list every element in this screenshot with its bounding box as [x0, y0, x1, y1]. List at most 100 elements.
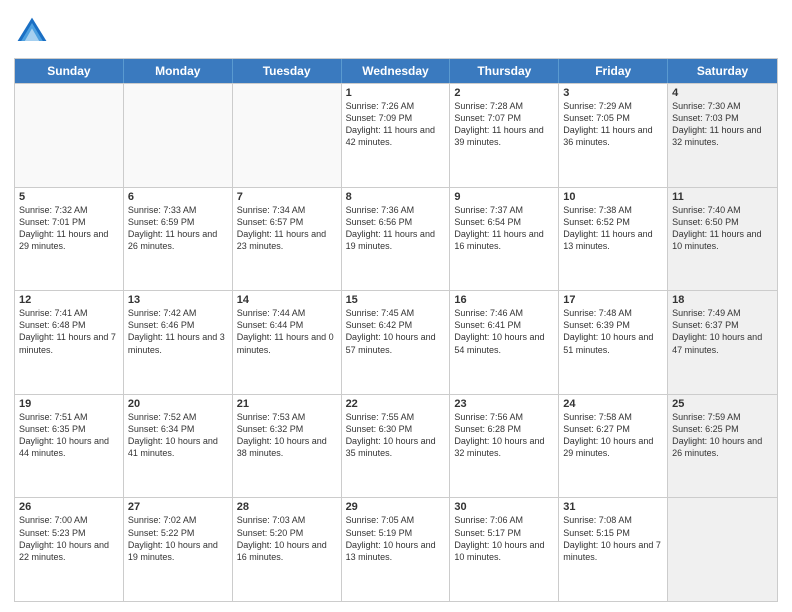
day-number: 20 — [128, 398, 228, 410]
calendar-cell-2-0: 12Sunrise: 7:41 AM Sunset: 6:48 PM Dayli… — [15, 291, 124, 394]
calendar-cell-2-4: 16Sunrise: 7:46 AM Sunset: 6:41 PM Dayli… — [450, 291, 559, 394]
day-number: 30 — [454, 501, 554, 513]
calendar-cell-0-6: 4Sunrise: 7:30 AM Sunset: 7:03 PM Daylig… — [668, 84, 777, 187]
day-number: 29 — [346, 501, 446, 513]
day-info: Sunrise: 7:56 AM Sunset: 6:28 PM Dayligh… — [454, 411, 554, 460]
day-number: 17 — [563, 294, 663, 306]
day-info: Sunrise: 7:55 AM Sunset: 6:30 PM Dayligh… — [346, 411, 446, 460]
calendar-cell-2-6: 18Sunrise: 7:49 AM Sunset: 6:37 PM Dayli… — [668, 291, 777, 394]
weekday-header-tuesday: Tuesday — [233, 59, 342, 83]
calendar-header: SundayMondayTuesdayWednesdayThursdayFrid… — [15, 59, 777, 83]
day-info: Sunrise: 7:05 AM Sunset: 5:19 PM Dayligh… — [346, 514, 446, 563]
weekday-header-monday: Monday — [124, 59, 233, 83]
day-info: Sunrise: 7:03 AM Sunset: 5:20 PM Dayligh… — [237, 514, 337, 563]
day-number: 31 — [563, 501, 663, 513]
day-info: Sunrise: 7:59 AM Sunset: 6:25 PM Dayligh… — [672, 411, 773, 460]
calendar-row-4: 26Sunrise: 7:00 AM Sunset: 5:23 PM Dayli… — [15, 497, 777, 601]
calendar-cell-0-5: 3Sunrise: 7:29 AM Sunset: 7:05 PM Daylig… — [559, 84, 668, 187]
calendar-cell-1-5: 10Sunrise: 7:38 AM Sunset: 6:52 PM Dayli… — [559, 188, 668, 291]
calendar-cell-1-1: 6Sunrise: 7:33 AM Sunset: 6:59 PM Daylig… — [124, 188, 233, 291]
day-info: Sunrise: 7:37 AM Sunset: 6:54 PM Dayligh… — [454, 204, 554, 253]
day-info: Sunrise: 7:33 AM Sunset: 6:59 PM Dayligh… — [128, 204, 228, 253]
calendar-cell-0-1 — [124, 84, 233, 187]
calendar: SundayMondayTuesdayWednesdayThursdayFrid… — [14, 58, 778, 602]
day-number: 3 — [563, 87, 663, 99]
calendar-cell-1-6: 11Sunrise: 7:40 AM Sunset: 6:50 PM Dayli… — [668, 188, 777, 291]
calendar-cell-3-0: 19Sunrise: 7:51 AM Sunset: 6:35 PM Dayli… — [15, 395, 124, 498]
day-number: 16 — [454, 294, 554, 306]
day-number: 18 — [672, 294, 773, 306]
calendar-cell-3-5: 24Sunrise: 7:58 AM Sunset: 6:27 PM Dayli… — [559, 395, 668, 498]
day-number: 5 — [19, 191, 119, 203]
day-info: Sunrise: 7:29 AM Sunset: 7:05 PM Dayligh… — [563, 100, 663, 149]
weekday-header-friday: Friday — [559, 59, 668, 83]
calendar-body: 1Sunrise: 7:26 AM Sunset: 7:09 PM Daylig… — [15, 83, 777, 601]
day-info: Sunrise: 7:45 AM Sunset: 6:42 PM Dayligh… — [346, 307, 446, 356]
day-number: 28 — [237, 501, 337, 513]
calendar-cell-1-3: 8Sunrise: 7:36 AM Sunset: 6:56 PM Daylig… — [342, 188, 451, 291]
calendar-cell-4-1: 27Sunrise: 7:02 AM Sunset: 5:22 PM Dayli… — [124, 498, 233, 601]
logo — [14, 14, 52, 50]
day-info: Sunrise: 7:34 AM Sunset: 6:57 PM Dayligh… — [237, 204, 337, 253]
weekday-header-wednesday: Wednesday — [342, 59, 451, 83]
day-number: 2 — [454, 87, 554, 99]
day-number: 14 — [237, 294, 337, 306]
day-info: Sunrise: 7:44 AM Sunset: 6:44 PM Dayligh… — [237, 307, 337, 356]
day-info: Sunrise: 7:28 AM Sunset: 7:07 PM Dayligh… — [454, 100, 554, 149]
calendar-cell-2-1: 13Sunrise: 7:42 AM Sunset: 6:46 PM Dayli… — [124, 291, 233, 394]
day-number: 22 — [346, 398, 446, 410]
calendar-cell-4-2: 28Sunrise: 7:03 AM Sunset: 5:20 PM Dayli… — [233, 498, 342, 601]
day-number: 25 — [672, 398, 773, 410]
calendar-cell-2-5: 17Sunrise: 7:48 AM Sunset: 6:39 PM Dayli… — [559, 291, 668, 394]
day-info: Sunrise: 7:38 AM Sunset: 6:52 PM Dayligh… — [563, 204, 663, 253]
day-number: 13 — [128, 294, 228, 306]
day-number: 21 — [237, 398, 337, 410]
calendar-cell-2-2: 14Sunrise: 7:44 AM Sunset: 6:44 PM Dayli… — [233, 291, 342, 394]
day-info: Sunrise: 7:58 AM Sunset: 6:27 PM Dayligh… — [563, 411, 663, 460]
day-number: 11 — [672, 191, 773, 203]
calendar-cell-4-5: 31Sunrise: 7:08 AM Sunset: 5:15 PM Dayli… — [559, 498, 668, 601]
calendar-row-1: 5Sunrise: 7:32 AM Sunset: 7:01 PM Daylig… — [15, 187, 777, 291]
day-number: 12 — [19, 294, 119, 306]
calendar-cell-3-3: 22Sunrise: 7:55 AM Sunset: 6:30 PM Dayli… — [342, 395, 451, 498]
day-number: 8 — [346, 191, 446, 203]
calendar-row-0: 1Sunrise: 7:26 AM Sunset: 7:09 PM Daylig… — [15, 83, 777, 187]
calendar-cell-3-2: 21Sunrise: 7:53 AM Sunset: 6:32 PM Dayli… — [233, 395, 342, 498]
day-info: Sunrise: 7:52 AM Sunset: 6:34 PM Dayligh… — [128, 411, 228, 460]
calendar-cell-1-2: 7Sunrise: 7:34 AM Sunset: 6:57 PM Daylig… — [233, 188, 342, 291]
calendar-row-3: 19Sunrise: 7:51 AM Sunset: 6:35 PM Dayli… — [15, 394, 777, 498]
calendar-cell-4-0: 26Sunrise: 7:00 AM Sunset: 5:23 PM Dayli… — [15, 498, 124, 601]
calendar-cell-1-4: 9Sunrise: 7:37 AM Sunset: 6:54 PM Daylig… — [450, 188, 559, 291]
day-info: Sunrise: 7:02 AM Sunset: 5:22 PM Dayligh… — [128, 514, 228, 563]
day-info: Sunrise: 7:26 AM Sunset: 7:09 PM Dayligh… — [346, 100, 446, 149]
page: SundayMondayTuesdayWednesdayThursdayFrid… — [0, 0, 792, 612]
day-number: 6 — [128, 191, 228, 203]
calendar-cell-4-4: 30Sunrise: 7:06 AM Sunset: 5:17 PM Dayli… — [450, 498, 559, 601]
day-info: Sunrise: 7:32 AM Sunset: 7:01 PM Dayligh… — [19, 204, 119, 253]
calendar-cell-0-0 — [15, 84, 124, 187]
calendar-cell-2-3: 15Sunrise: 7:45 AM Sunset: 6:42 PM Dayli… — [342, 291, 451, 394]
header — [14, 10, 778, 50]
calendar-cell-4-3: 29Sunrise: 7:05 AM Sunset: 5:19 PM Dayli… — [342, 498, 451, 601]
day-info: Sunrise: 7:49 AM Sunset: 6:37 PM Dayligh… — [672, 307, 773, 356]
day-info: Sunrise: 7:30 AM Sunset: 7:03 PM Dayligh… — [672, 100, 773, 149]
day-info: Sunrise: 7:41 AM Sunset: 6:48 PM Dayligh… — [19, 307, 119, 356]
calendar-cell-3-6: 25Sunrise: 7:59 AM Sunset: 6:25 PM Dayli… — [668, 395, 777, 498]
calendar-cell-1-0: 5Sunrise: 7:32 AM Sunset: 7:01 PM Daylig… — [15, 188, 124, 291]
day-info: Sunrise: 7:53 AM Sunset: 6:32 PM Dayligh… — [237, 411, 337, 460]
day-number: 19 — [19, 398, 119, 410]
day-number: 10 — [563, 191, 663, 203]
calendar-cell-4-6 — [668, 498, 777, 601]
day-number: 1 — [346, 87, 446, 99]
day-number: 26 — [19, 501, 119, 513]
day-info: Sunrise: 7:46 AM Sunset: 6:41 PM Dayligh… — [454, 307, 554, 356]
calendar-cell-3-4: 23Sunrise: 7:56 AM Sunset: 6:28 PM Dayli… — [450, 395, 559, 498]
calendar-row-2: 12Sunrise: 7:41 AM Sunset: 6:48 PM Dayli… — [15, 290, 777, 394]
day-number: 4 — [672, 87, 773, 99]
day-info: Sunrise: 7:42 AM Sunset: 6:46 PM Dayligh… — [128, 307, 228, 356]
logo-icon — [14, 14, 50, 50]
day-info: Sunrise: 7:00 AM Sunset: 5:23 PM Dayligh… — [19, 514, 119, 563]
day-number: 23 — [454, 398, 554, 410]
day-number: 24 — [563, 398, 663, 410]
day-info: Sunrise: 7:48 AM Sunset: 6:39 PM Dayligh… — [563, 307, 663, 356]
